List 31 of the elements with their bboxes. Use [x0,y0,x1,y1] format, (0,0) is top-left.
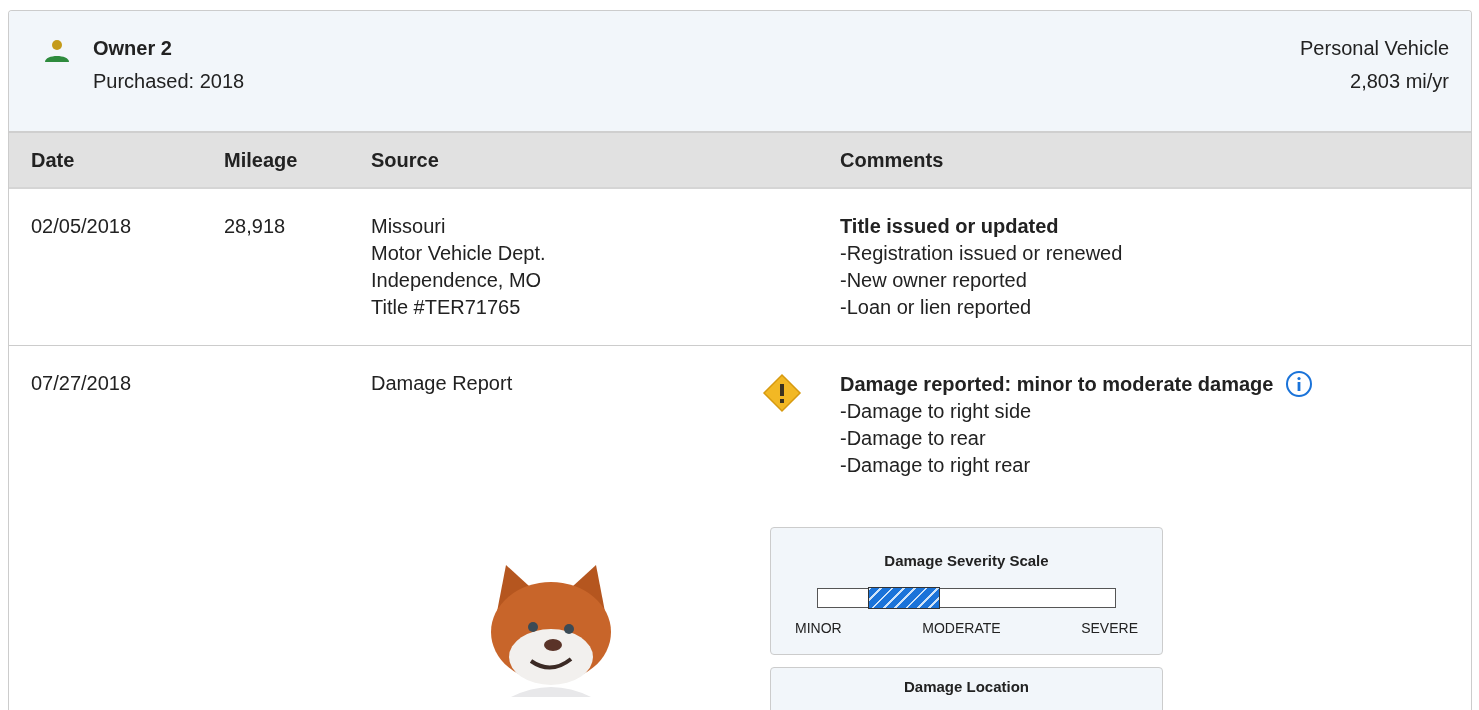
table-cell-text: 07/27/2018 [30,371,133,396]
comment-detail: -Damage to right rear [840,453,1032,478]
scale-label: MODERATE [922,620,1001,636]
vehicle-type: Personal Vehicle [1300,37,1449,60]
scale-label: MINOR [795,620,842,636]
table-cell-text: 02/05/2018 [30,214,133,239]
purchase-year: Purchased: 2018 [93,70,245,93]
mileage-rate: 2,803 mi/yr [1349,70,1449,93]
column-header: Mileage [224,148,299,172]
comment-title: Title issued or updated [840,214,1059,239]
column-header: Date [30,148,76,172]
source-line: Title #TER71765 [371,295,522,320]
column-header: Comments [840,148,945,172]
panel-title: Damage Severity Scale [883,552,1050,570]
person-icon [45,40,69,62]
comment-detail: -New owner reported [840,268,1028,293]
panel-title: Damage Location [903,678,1030,696]
source-line: Damage Report [371,371,514,396]
source-line: Motor Vehicle Dept. [371,241,547,266]
scale-label: SEVERE [1081,620,1138,636]
column-header: Source [371,148,440,172]
source-line: Missouri [371,214,447,239]
owner-name: Owner 2 [93,37,173,60]
comment-detail: -Damage to rear [840,426,987,451]
source-line: Independence, MO [371,268,543,293]
comment-detail: -Loan or lien reported [840,295,1033,320]
comment-detail: -Damage to right side [840,399,1033,424]
table-cell-text: 28,918 [224,214,287,239]
comment-detail: -Registration issued or renewed [840,241,1124,266]
info-icon[interactable] [1285,370,1314,398]
comment-title: Damage reported: minor to moderate damage [840,371,1274,397]
